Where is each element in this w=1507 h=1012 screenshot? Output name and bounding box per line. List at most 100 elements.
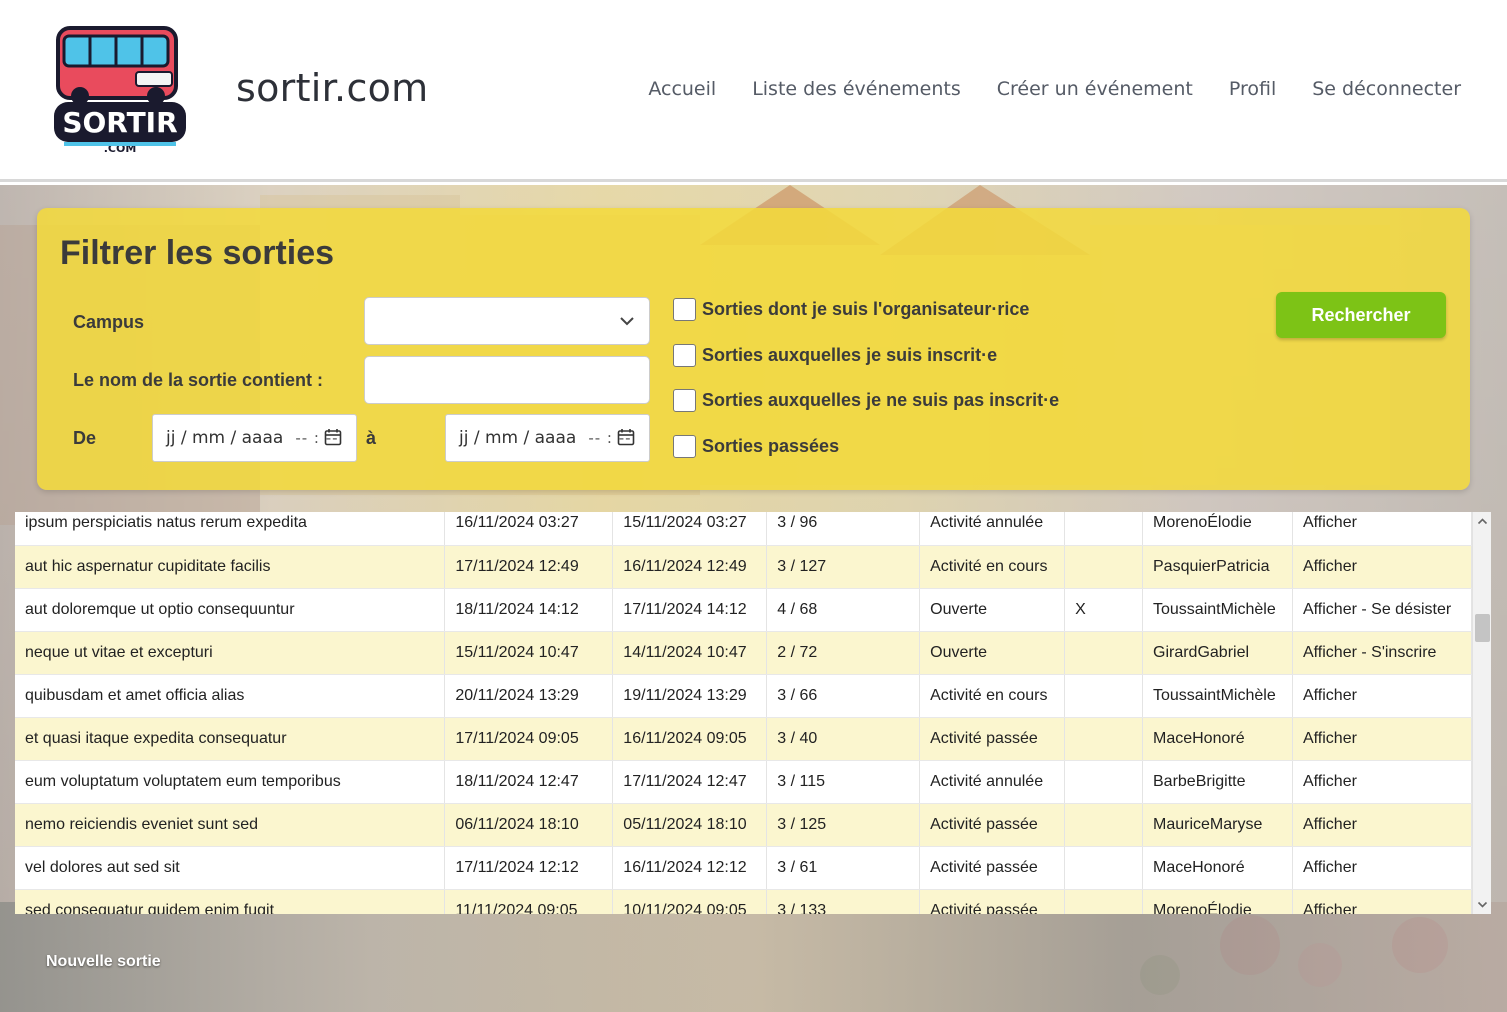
checkbox-box[interactable] (673, 389, 696, 412)
calendar-icon[interactable] (324, 428, 342, 446)
scroll-down-icon[interactable] (1477, 899, 1488, 910)
cell-organizer: MorenoÉlodie (1142, 512, 1293, 546)
to-label: à (366, 428, 377, 448)
cell-name: quibusdam et amet officia alias (15, 674, 446, 718)
cell-actions[interactable]: Afficher (1292, 512, 1473, 546)
nav-profil[interactable]: Profil (1229, 78, 1276, 100)
table-row: nemo reiciendis eveniet sunt sed 06/11/20… (15, 803, 1473, 847)
cell-date: 17/11/2024 09:05 (444, 717, 614, 761)
nav-accueil[interactable]: Accueil (648, 78, 716, 100)
new-sortie-link[interactable]: Nouvelle sortie (46, 953, 161, 971)
cell-actions[interactable]: Afficher - S'inscrire (1292, 631, 1473, 675)
cell-actions[interactable]: Afficher (1292, 760, 1473, 804)
calendar-icon[interactable] (617, 428, 635, 446)
cell-organizer: MaceHonoré (1142, 846, 1293, 890)
cell-actions[interactable]: Afficher (1292, 889, 1473, 914)
table-row: quibusdam et amet officia alias 20/11/202… (15, 674, 1473, 718)
checkbox-box[interactable] (673, 344, 696, 367)
cell-organizer: ToussaintMichèle (1142, 588, 1293, 632)
cell-organizer: BarbeBrigitte (1142, 760, 1293, 804)
cell-actions[interactable]: Afficher (1292, 674, 1473, 718)
cell-name: eum voluptatum voluptatem eum temporibus (15, 760, 446, 804)
cell-actions[interactable]: Afficher (1292, 803, 1473, 847)
cell-registered (1064, 717, 1143, 761)
cell-date: 11/11/2024 09:05 (444, 889, 614, 914)
cell-organizer: PasquierPatricia (1142, 545, 1293, 589)
checkbox-box[interactable] (673, 298, 696, 321)
cell-limit-date: 16/11/2024 09:05 (612, 717, 768, 761)
checkbox-label: Sorties dont je suis l'organisateur·rice (702, 299, 1030, 319)
cell-status: Activité annulée (919, 760, 1066, 804)
site-header: SORTIR .COM sortir.com Accueil Liste des… (0, 0, 1507, 182)
cell-date: 20/11/2024 13:29 (444, 674, 614, 718)
checkbox-inscrit[interactable]: Sorties auxquelles je suis inscrit·e (673, 344, 997, 367)
cell-organizer: MauriceMaryse (1142, 803, 1293, 847)
scroll-up-icon[interactable] (1477, 516, 1488, 527)
table-scrollbar[interactable] (1472, 512, 1491, 914)
table-row: ipsum perspiciatis natus rerum expedita 1… (15, 512, 1473, 546)
date-to-input[interactable]: jj / mm / aaaa -- : -- (445, 414, 650, 462)
nav-liste-evenements[interactable]: Liste des événements (752, 78, 961, 100)
cell-status: Activité passée (919, 889, 1066, 914)
cell-organizer: MaceHonoré (1142, 717, 1293, 761)
table-row: neque ut vitae et excepturi 15/11/2024 10… (15, 631, 1473, 675)
cell-registrations: 3 / 96 (766, 512, 921, 546)
cell-name: aut hic aspernatur cupiditate facilis (15, 545, 446, 589)
cell-limit-date: 16/11/2024 12:12 (612, 846, 768, 890)
nav-creer-evenement[interactable]: Créer un événement (997, 78, 1193, 100)
checkbox-passees[interactable]: Sorties passées (673, 435, 839, 458)
cell-status: Activité passée (919, 803, 1066, 847)
cell-name: neque ut vitae et excepturi (15, 631, 446, 675)
from-label: De (73, 428, 97, 448)
checkbox-box[interactable] (673, 435, 696, 458)
sortir-logo[interactable]: SORTIR .COM (44, 22, 194, 155)
table-row: aut doloremque ut optio consequuntur 18/1… (15, 588, 1473, 632)
cell-registrations: 2 / 72 (766, 631, 921, 675)
cell-registrations: 3 / 40 (766, 717, 921, 761)
campus-select[interactable] (364, 297, 650, 345)
cell-limit-date: 17/11/2024 14:12 (612, 588, 768, 632)
cell-registered (1064, 674, 1143, 718)
cell-registered (1064, 512, 1143, 546)
cell-limit-date: 15/11/2024 03:27 (612, 512, 768, 546)
cell-registrations: 3 / 125 (766, 803, 921, 847)
results-table-container[interactable]: ipsum perspiciatis natus rerum expedita 1… (15, 512, 1491, 914)
cell-registered: X (1064, 588, 1143, 632)
scrollbar-thumb[interactable] (1475, 614, 1490, 642)
checkbox-non-inscrit[interactable]: Sorties auxquelles je ne suis pas inscri… (673, 389, 1059, 412)
cell-actions[interactable]: Afficher (1292, 846, 1473, 890)
cell-actions[interactable]: Afficher (1292, 545, 1473, 589)
cell-date: 15/11/2024 10:47 (444, 631, 614, 675)
date-placeholder: jj / mm / aaaa (459, 428, 577, 448)
cell-actions[interactable]: Afficher (1292, 717, 1473, 761)
name-search-input[interactable] (364, 356, 650, 404)
cell-date: 06/11/2024 18:10 (444, 803, 614, 847)
date-placeholder: jj / mm / aaaa (166, 428, 284, 448)
cell-name: nemo reiciendis eveniet sunt sed (15, 803, 446, 847)
cell-registrations: 3 / 127 (766, 545, 921, 589)
brand-name: sortir.com (236, 66, 429, 110)
date-from-input[interactable]: jj / mm / aaaa -- : -- (152, 414, 357, 462)
checkbox-label: Sorties auxquelles je suis inscrit·e (702, 345, 998, 365)
name-label: Le nom de la sortie contient : (73, 370, 324, 390)
main-nav: Accueil Liste des événements Créer un év… (648, 78, 1461, 100)
cell-status: Activité annulée (919, 512, 1066, 546)
checkbox-organisateur[interactable]: Sorties dont je suis l'organisateur·rice (673, 298, 1029, 321)
cell-registered (1064, 545, 1143, 589)
cell-registered (1064, 846, 1143, 890)
cell-name: aut doloremque ut optio consequuntur (15, 588, 446, 632)
table-row: vel dolores aut sed sit 17/11/2024 12:12 1… (15, 846, 1473, 890)
cell-date: 17/11/2024 12:12 (444, 846, 614, 890)
nav-se-deconnecter[interactable]: Se déconnecter (1312, 78, 1461, 100)
cell-limit-date: 16/11/2024 12:49 (612, 545, 768, 589)
chevron-down-icon (620, 317, 634, 326)
cell-registrations: 3 / 66 (766, 674, 921, 718)
cell-limit-date: 19/11/2024 13:29 (612, 674, 768, 718)
cell-status: Activité passée (919, 846, 1066, 890)
cell-status: Activité en cours (919, 674, 1066, 718)
checkbox-label: Sorties auxquelles je ne suis pas inscri… (702, 390, 1060, 410)
campus-label: Campus (73, 312, 145, 332)
search-button[interactable]: Rechercher (1276, 292, 1446, 338)
cell-actions[interactable]: Afficher - Se désister (1292, 588, 1473, 632)
cell-limit-date: 10/11/2024 09:05 (612, 889, 768, 914)
